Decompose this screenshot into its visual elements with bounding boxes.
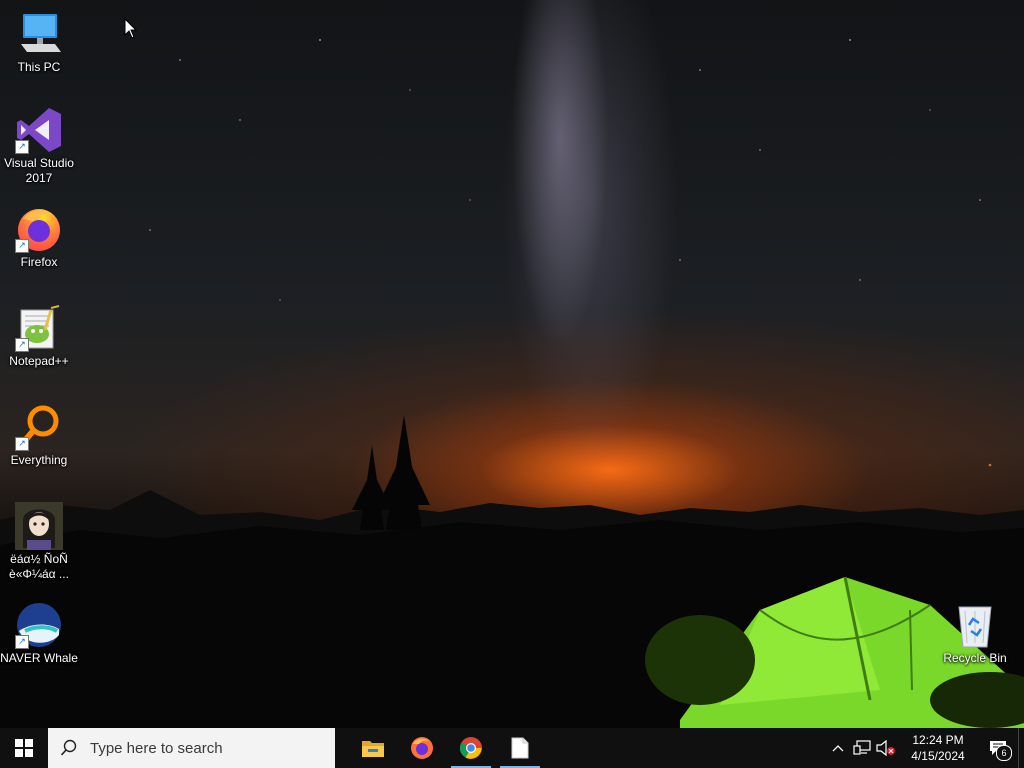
firefox-icon: [411, 737, 433, 759]
chrome-icon: [460, 737, 482, 759]
desktop-icon-recycle-bin[interactable]: Recycle Bin: [936, 601, 1014, 666]
clock-date: 4/15/2024: [911, 749, 965, 763]
notepad-plus-plus-icon: ↗: [15, 304, 63, 352]
everything-search-icon: ↗: [15, 403, 63, 451]
taskbar-app-chrome[interactable]: [447, 728, 495, 768]
computer-icon: [15, 10, 63, 58]
desktop-icon-visual-studio[interactable]: ↗ Visual Studio 2017: [0, 106, 78, 186]
shortcut-arrow-icon: ↗: [15, 140, 29, 154]
mouse-cursor-icon: [124, 18, 138, 39]
desktop-icon-label: Firefox: [20, 255, 58, 269]
desktop-icon-label: Recycle Bin: [943, 651, 1007, 665]
taskbar-clock[interactable]: 12:24 PM 4/15/2024: [902, 732, 974, 764]
windows-start-icon: [15, 739, 33, 757]
pine-trees: [352, 415, 430, 530]
clock-time: 12:24 PM: [912, 733, 964, 747]
wallpaper-scene: [0, 39, 1024, 728]
volume-muted-icon: [876, 740, 895, 756]
taskbar-search-box[interactable]: [48, 728, 335, 768]
network-icon: [853, 740, 871, 755]
action-center-button[interactable]: 6: [978, 728, 1018, 768]
desktop-icon-label: Notepad++: [9, 354, 69, 368]
volume-button[interactable]: [874, 728, 898, 768]
desktop-icon-label: This PC: [17, 60, 61, 74]
desktop-icon-label: Visual Studio 2017: [4, 156, 74, 185]
notification-count-badge: 6: [996, 745, 1012, 761]
shortcut-arrow-icon: ↗: [15, 338, 29, 352]
show-desktop-button[interactable]: [1018, 728, 1024, 768]
desktop-wallpaper: [0, 0, 1024, 728]
search-icon: [60, 739, 77, 756]
network-button[interactable]: [850, 728, 874, 768]
file-explorer-icon: [362, 741, 384, 757]
document-icon: [511, 737, 529, 759]
taskbar-app-file-explorer[interactable]: [349, 728, 397, 768]
shortcut-arrow-icon: ↗: [15, 635, 29, 649]
desktop-icon-label: NAVER Whale: [0, 651, 78, 665]
desktop-icon-label: ëáα½ ÑoÑ è«Φ¼áα ...: [9, 552, 69, 581]
avatar-image-icon: [15, 502, 63, 550]
shortcut-arrow-icon: ↗: [15, 239, 29, 253]
desktop-icon-naver-whale[interactable]: ↗ NAVER Whale: [0, 601, 78, 666]
stars: [149, 39, 992, 467]
firefox-icon: ↗: [15, 205, 63, 253]
desktop-icon-image-file[interactable]: ëáα½ ÑoÑ è«Φ¼áα ...: [0, 502, 78, 582]
chevron-up-icon: [832, 745, 844, 752]
desktop-icon-everything[interactable]: ↗ Everything: [0, 403, 78, 468]
desktop-icon-firefox[interactable]: ↗ Firefox: [0, 205, 78, 270]
taskbar: 12:24 PM 4/15/2024 6: [0, 728, 1024, 768]
recycle-bin-icon: [951, 601, 999, 649]
desktop-icon-notepad-plus-plus[interactable]: ↗ Notepad++: [0, 304, 78, 369]
start-button[interactable]: [0, 728, 48, 768]
system-tray: 12:24 PM 4/15/2024 6: [826, 728, 1024, 768]
show-hidden-icons-button[interactable]: [826, 728, 850, 768]
desktop-icon-label: Everything: [10, 453, 68, 467]
shortcut-arrow-icon: ↗: [15, 437, 29, 451]
desktop-icon-this-pc[interactable]: This PC: [0, 10, 78, 75]
taskbar-app-firefox[interactable]: [398, 728, 446, 768]
naver-whale-icon: ↗: [15, 601, 63, 649]
search-input[interactable]: [88, 738, 332, 758]
taskbar-app-document[interactable]: [496, 728, 544, 768]
visual-studio-icon: ↗: [15, 106, 63, 154]
